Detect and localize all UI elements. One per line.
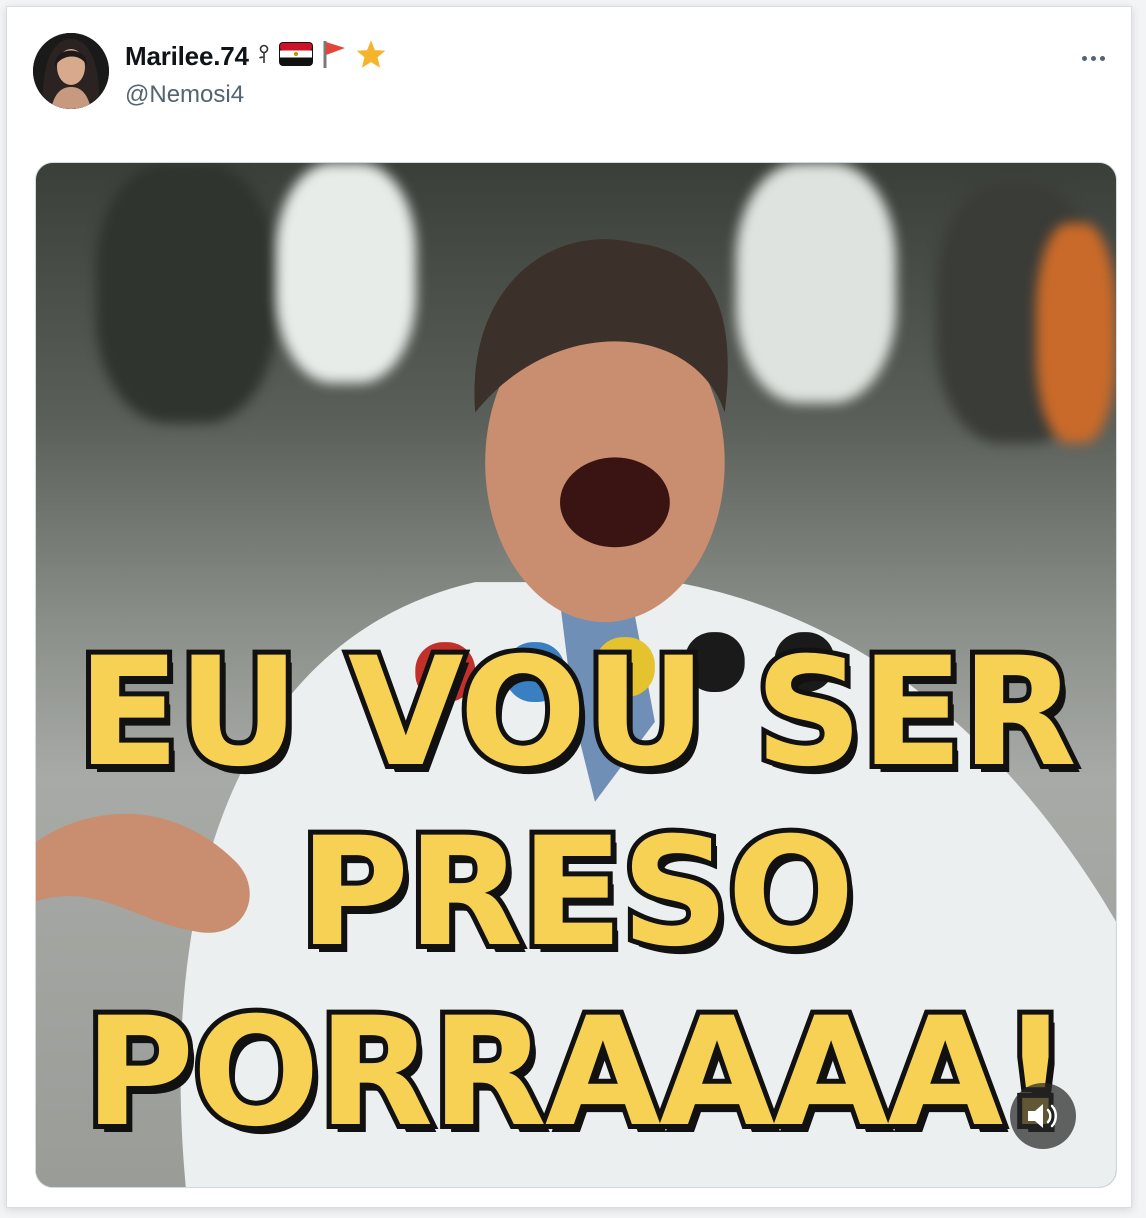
speaker-icon	[1028, 1104, 1057, 1128]
ellipsis-icon	[1090, 55, 1096, 61]
unmute-button[interactable]	[1010, 1083, 1076, 1149]
post-header: Marilee.74 @Nemosi4	[33, 33, 1113, 117]
display-name[interactable]: Marilee.74	[125, 41, 249, 72]
star-icon	[355, 39, 387, 74]
red-flag-icon	[321, 39, 347, 74]
avatar-image	[33, 33, 109, 109]
egypt-flag-icon	[278, 41, 313, 71]
caption-line-3: PORRAAAA!	[79, 986, 1074, 1160]
post-media-video[interactable]: EU VOU SER PRESO PORRAAAA!	[35, 162, 1117, 1188]
caption-line-1: EU VOU SER	[72, 626, 1081, 800]
display-name-row: Marilee.74	[125, 39, 387, 73]
ellipsis-icon	[1099, 55, 1105, 61]
author-handle[interactable]: @Nemosi4	[125, 81, 387, 109]
author-identity: Marilee.74 @Nemosi4	[125, 39, 387, 109]
more-options-button[interactable]	[1073, 43, 1113, 73]
avatar[interactable]	[33, 33, 109, 109]
name-badges	[257, 39, 387, 74]
post-card: Marilee.74 @Nemosi4 EU VOU SER PRESO POR…	[6, 6, 1132, 1208]
caption-line-2: PRESO	[294, 806, 859, 980]
rose-icon	[257, 44, 271, 69]
ellipsis-icon	[1081, 55, 1087, 61]
